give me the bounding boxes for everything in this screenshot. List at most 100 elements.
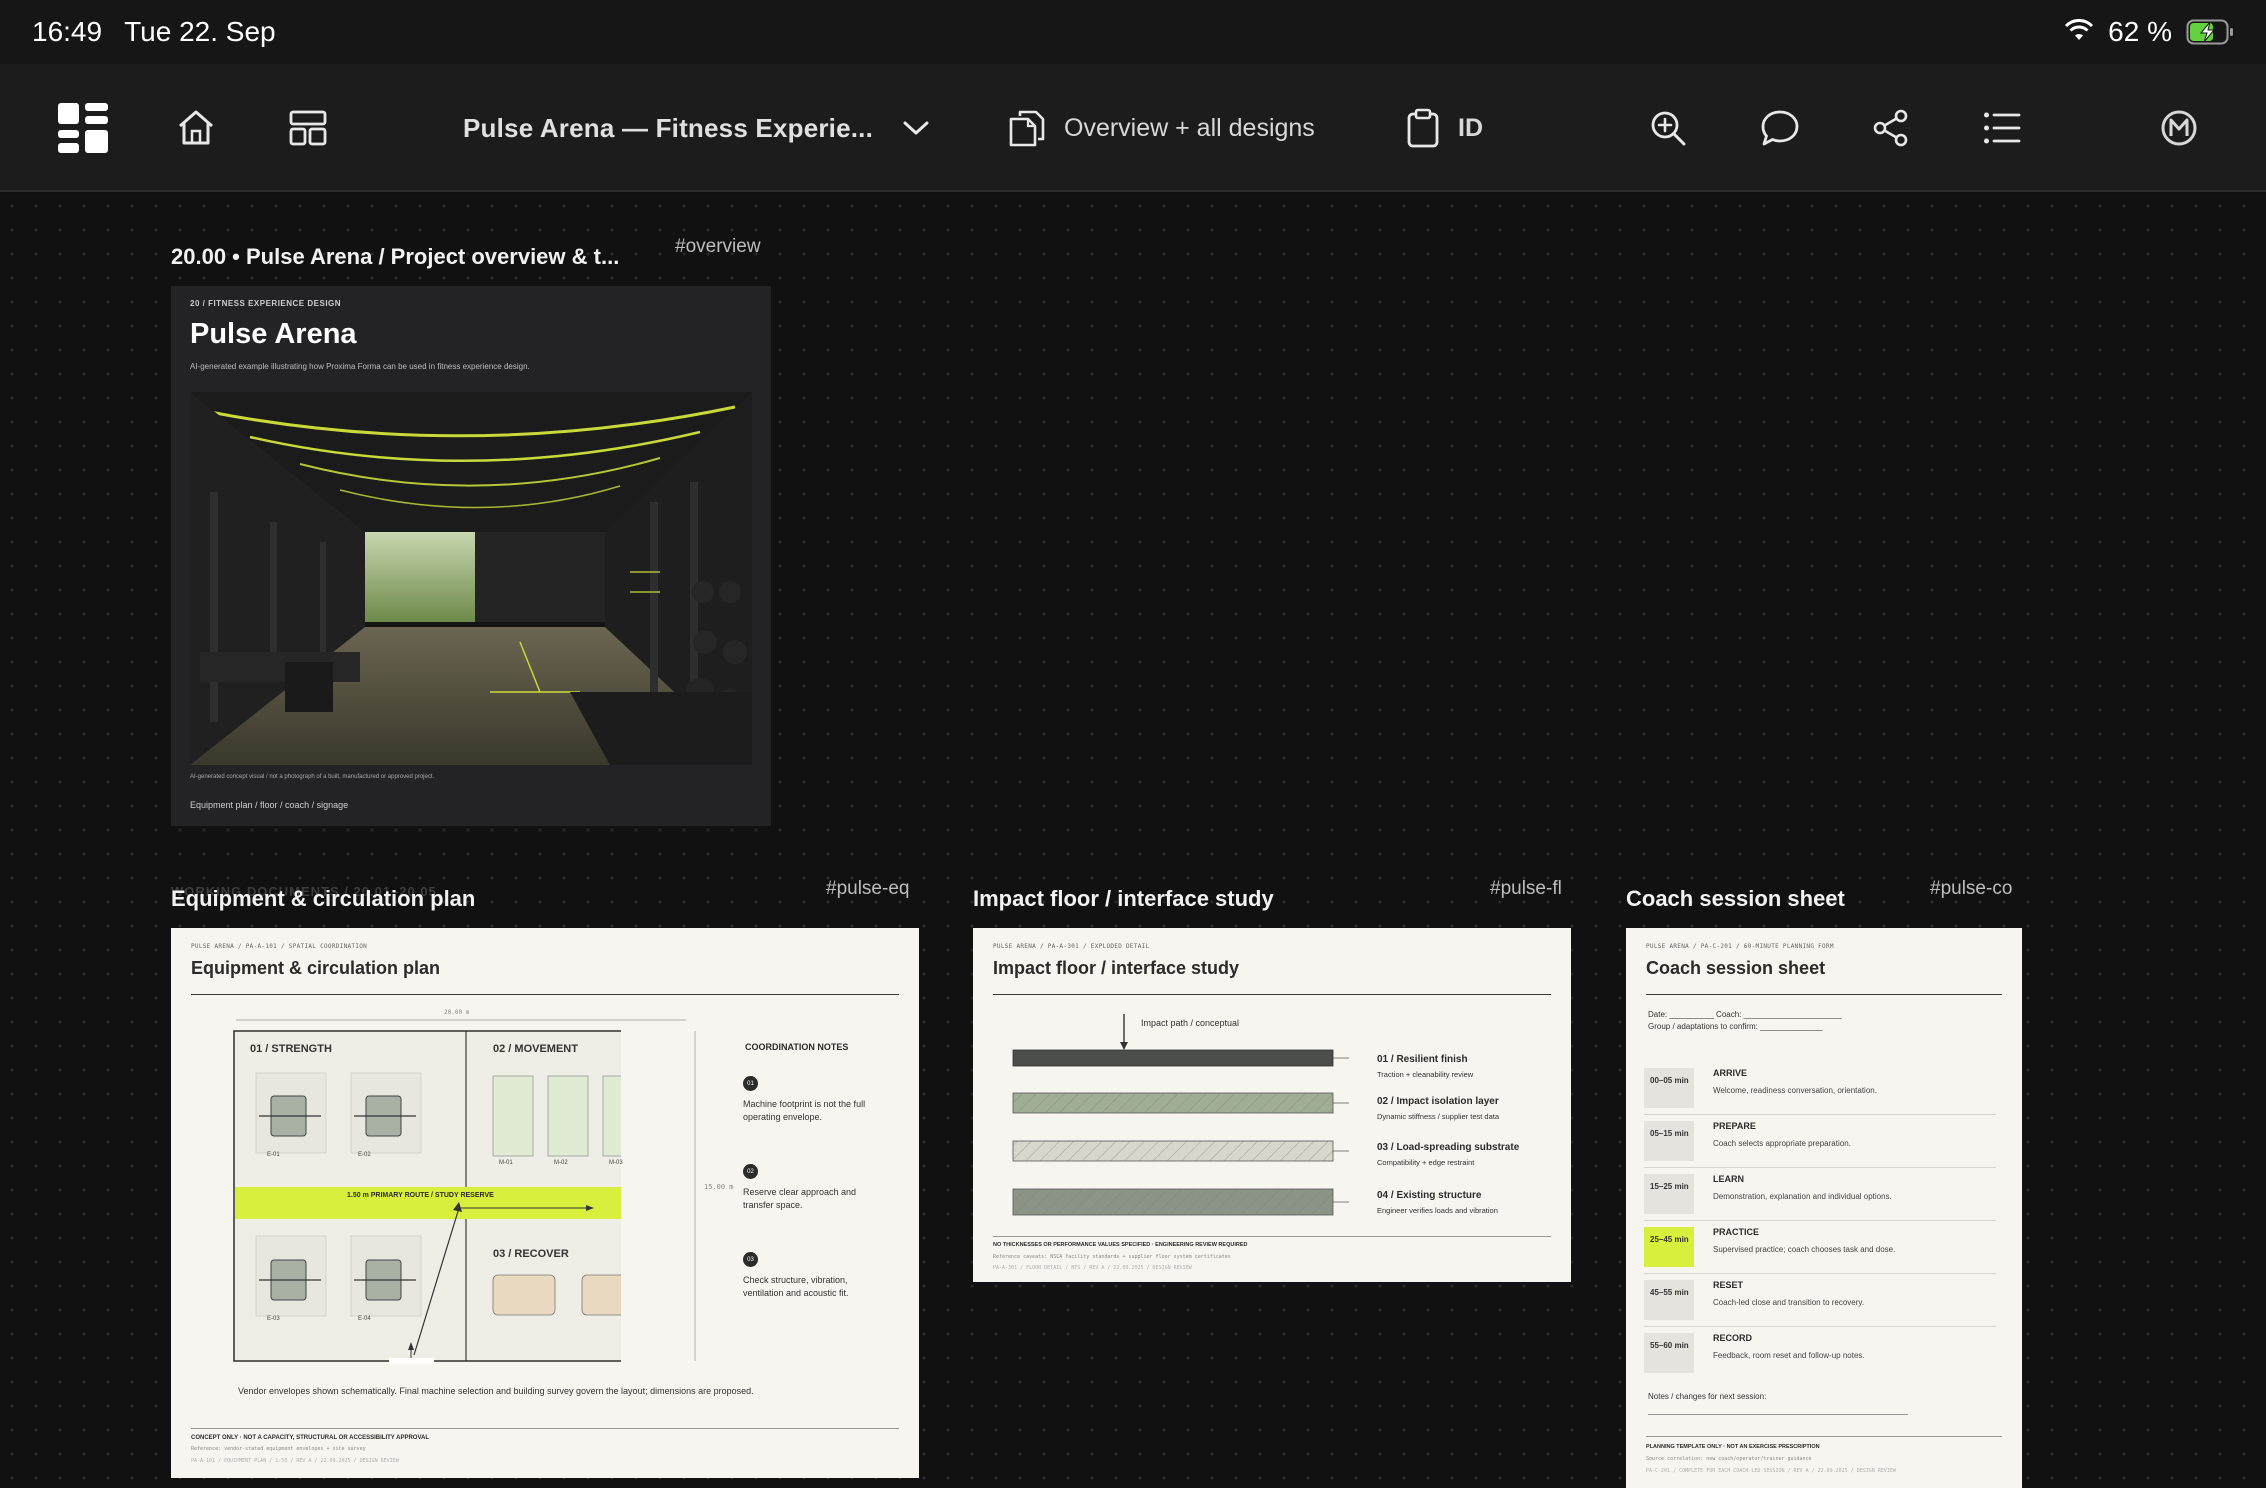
impact-path-label: Impact path / conceptual [1141, 1018, 1240, 1028]
row-desc-5: Coach-led close and transition to recove… [1713, 1298, 1865, 1307]
coach-footer-rule [1646, 1436, 2002, 1437]
coach-sheet[interactable]: PULSE ARENA / PA-C-201 / 60-MINUTE PLANN… [1626, 928, 2022, 1488]
overview-footer: Equipment plan / floor / coach / signage [190, 800, 349, 810]
layer-4-name: 04 / Existing structure [1377, 1190, 1482, 1201]
status-time: 16:49 [32, 16, 103, 47]
note-number-3: 03 [743, 1252, 758, 1267]
id-button[interactable]: ID [1406, 64, 1483, 192]
zone-recover: 03 / RECOVER [493, 1248, 569, 1260]
machine-label-e04: E-04 [358, 1316, 371, 1322]
board-title-coach[interactable]: Coach session sheet [1626, 886, 1845, 912]
overview-caption: AI-generated concept visual / not a phot… [190, 774, 435, 780]
coach-meta: PA-C-201 / COMPLETE FOR EACH COACH-LED S… [1646, 1468, 1896, 1474]
equipment-footer-rule [191, 1428, 899, 1429]
row-name-4: PRACTICE [1713, 1227, 1760, 1237]
dimension-top: 20.00 m [444, 1009, 470, 1016]
board-title-equipment[interactable]: Equipment & circulation plan [171, 886, 475, 912]
row-desc-2: Coach selects appropriate preparation. [1713, 1139, 1851, 1148]
coach-rule [1646, 994, 2002, 995]
grid-view-icon[interactable] [58, 64, 108, 192]
list-icon[interactable] [1983, 64, 2021, 192]
floor-kicker: PULSE ARENA / PA-A-301 / EXPLODED DETAIL [993, 943, 1150, 950]
equipment-sheet[interactable]: PULSE ARENA / PA-A-101 / SPATIAL COORDIN… [171, 928, 919, 1478]
equipment-meta: PA-A-101 / EQUIPMENT PLAN / 1:50 / REV A… [191, 1458, 399, 1464]
design-canvas[interactable]: 20.00 • Pulse Arena / Project overview &… [0, 194, 2266, 1488]
row-time-1: 00–05 min [1644, 1068, 1694, 1108]
zone-strength: 01 / STRENGTH [250, 1043, 332, 1055]
machine-label-e03: E-03 [267, 1316, 280, 1322]
coach-notes-label: Notes / changes for next session: [1648, 1392, 1767, 1401]
layer-3-desc: Compatibility + edge restraint [1377, 1158, 1475, 1167]
id-label: ID [1458, 113, 1483, 142]
comment-icon[interactable] [1760, 64, 1800, 192]
route-label: 1.50 m PRIMARY ROUTE / STUDY RESERVE [347, 1192, 494, 1199]
layer-1-desc: Traction + cleanability review [1377, 1070, 1474, 1079]
coach-date-line[interactable]: Date: __________ Coach: ________________… [1648, 1010, 1842, 1019]
floor-layers-drawing [1012, 1049, 1349, 1216]
battery-charging-icon [2186, 19, 2234, 45]
share-icon[interactable] [1873, 64, 1909, 192]
view-mode-label: Overview + all designs [1064, 113, 1315, 142]
zone-movement: 02 / MOVEMENT [493, 1043, 578, 1055]
note-number-1: 01 [743, 1076, 758, 1091]
overview-sheet[interactable]: 20 / FITNESS EXPERIENCE DESIGN Pulse Are… [171, 286, 771, 826]
row-name-6: RECORD [1713, 1333, 1753, 1343]
board-tag-floor: #pulse-fl [1490, 878, 1562, 899]
document-title: Pulse Arena — Fitness Experie... [463, 112, 874, 143]
equipment-heading: Equipment & circulation plan [191, 958, 441, 978]
layout-icon[interactable] [288, 64, 328, 192]
document-title-dropdown[interactable]: Pulse Arena — Fitness Experie... [463, 64, 929, 192]
avatar-badge[interactable] [2160, 64, 2198, 192]
coach-heading: Coach session sheet [1646, 958, 1826, 978]
board-tag-overview: #overview [675, 236, 761, 257]
notes-title: COORDINATION NOTES [745, 1042, 849, 1052]
floor-meta: PA-A-301 / FLOOR DETAIL / NTS / REV A / … [993, 1265, 1192, 1271]
floor-reference: Reference caveats: NSCA facility standar… [993, 1254, 1231, 1260]
mat-label-m03: M-03 [609, 1160, 623, 1166]
floor-disclaimer: NO THICKNESSES OR PERFORMANCE VALUES SPE… [993, 1242, 1248, 1248]
row-name-1: ARRIVE [1713, 1068, 1748, 1078]
floor-heading: Impact floor / interface study [993, 958, 1240, 978]
view-mode-button[interactable]: Overview + all designs [1008, 64, 1315, 192]
status-right: 62 % [2064, 16, 2234, 48]
row-rule [1644, 1273, 1996, 1274]
floor-rule [993, 994, 1551, 995]
zoom-in-icon[interactable] [1649, 64, 1687, 192]
pages-icon [1008, 108, 1046, 148]
gym-interior-image [190, 392, 752, 765]
note-text-1: Machine footprint is not the full operat… [743, 1099, 866, 1122]
notes-line[interactable] [1648, 1414, 1908, 1415]
board-title-floor[interactable]: Impact floor / interface study [973, 886, 1274, 912]
row-rule [1644, 1220, 1996, 1221]
mat-label-m01: M-01 [499, 1160, 513, 1166]
coach-kicker: PULSE ARENA / PA-C-201 / 60-MINUTE PLANN… [1646, 943, 1834, 950]
status-bar: 16:49 Tue 22. Sep 62 % [0, 0, 2266, 64]
home-icon[interactable] [176, 64, 216, 192]
machine-label-e02: E-02 [358, 1152, 371, 1158]
row-desc-6: Feedback, room reset and follow-up notes… [1713, 1351, 1865, 1360]
row-desc-4: Supervised practice; coach chooses task … [1713, 1245, 1896, 1254]
machine-label-e01: E-01 [267, 1152, 280, 1158]
layer-1-name: 01 / Resilient finish [1377, 1054, 1468, 1065]
equipment-rule [191, 994, 899, 995]
board-title-overview[interactable]: 20.00 • Pulse Arena / Project overview &… [171, 244, 619, 270]
board-tag-coach: #pulse-co [1930, 878, 2013, 899]
layer-2-name: 02 / Impact isolation layer [1377, 1096, 1499, 1107]
coach-group-line[interactable]: Group / adaptations to confirm: ________… [1648, 1022, 1822, 1031]
vendor-note: Vendor envelopes shown schematically. Fi… [238, 1386, 754, 1396]
row-rule [1644, 1326, 1996, 1327]
battery-percent: 62 % [2108, 16, 2172, 47]
row-rule [1644, 1167, 1996, 1168]
layer-4-desc: Engineer verifies loads and vibration [1377, 1206, 1498, 1215]
chevron-down-icon [903, 120, 929, 136]
row-name-3: LEARN [1713, 1174, 1744, 1184]
row-name-5: RESET [1713, 1280, 1744, 1290]
floor-sheet[interactable]: PULSE ARENA / PA-A-301 / EXPLODED DETAIL… [973, 928, 1571, 1282]
overview-subtitle: AI-generated example illustrating how Pr… [190, 362, 530, 371]
coach-reference: Source correlation: new coach/operator/t… [1646, 1456, 1812, 1462]
wifi-icon [2064, 16, 2094, 48]
dimension-side: 15.00 m [704, 1183, 734, 1191]
mat-label-m02: M-02 [554, 1160, 568, 1166]
status-date: Tue 22. Sep [124, 16, 276, 47]
toolbar: Pulse Arena — Fitness Experie... Overvie… [0, 64, 2266, 192]
